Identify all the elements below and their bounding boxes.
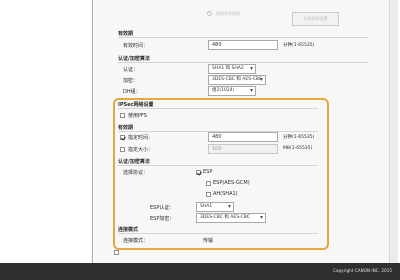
encrypt-select[interactable]: 3DES-CBC 和 AES-CBC ▾ bbox=[208, 75, 266, 85]
chevron-down-icon: ▾ bbox=[259, 214, 263, 221]
auth-select[interactable]: SHA1 和 SHA2 ▾ bbox=[208, 64, 256, 74]
effective-time-unit: 分钟(1-65535) bbox=[283, 43, 315, 48]
shared-key-settings-button[interactable]: 共享密钥设置 bbox=[292, 12, 339, 26]
section-title-auth-encrypt: 认证/加密算法 bbox=[118, 56, 150, 62]
divider bbox=[118, 108, 318, 109]
vertical-scrollbar[interactable] bbox=[389, 0, 398, 263]
footer: Copyright CANON INC. 2015 bbox=[0, 263, 400, 280]
specify-size-unit: MB(1-65535) bbox=[283, 146, 313, 151]
left-panel-divider bbox=[92, 0, 93, 263]
esp-auth-select[interactable]: SHA1 ▾ bbox=[196, 202, 234, 212]
divider bbox=[118, 37, 368, 38]
encrypt-label: 加密： bbox=[123, 78, 139, 84]
shared-key-radio-label: 使用共享密钥 bbox=[216, 11, 240, 16]
auth-label: 认证： bbox=[123, 67, 139, 73]
specify-time-unit: 分钟(1-65535) bbox=[283, 135, 315, 140]
esp-auth-label: ESP认证： bbox=[150, 205, 175, 211]
dh-group-select-value: 组2(1024) bbox=[212, 88, 235, 93]
section-title-ipsec-auth: 认证/加密算法 bbox=[118, 159, 150, 165]
protocol-label: 选择协议： bbox=[123, 170, 149, 176]
divider bbox=[118, 62, 368, 63]
encrypt-select-value: 3DES-CBC 和 AES-CBC bbox=[212, 77, 262, 82]
esp-label: ESP bbox=[203, 169, 213, 175]
chevron-down-icon: ▾ bbox=[227, 203, 231, 210]
esp-encrypt-label: ESP加密： bbox=[150, 216, 175, 222]
effective-time-label: 有效时间： bbox=[123, 43, 149, 49]
left-panel bbox=[0, 0, 92, 263]
esp-encrypt-select-value: 3DES-CBC 和 AES-CBC bbox=[200, 215, 250, 220]
section-title-ipsec-period: 有效期 bbox=[118, 125, 134, 131]
section-title-effective-period: 有效期 bbox=[118, 31, 134, 37]
section-title-ipsec-network: IPSec网络设置 bbox=[118, 102, 154, 108]
specify-size-label: 指定大小： bbox=[128, 147, 154, 153]
chevron-down-icon: ▾ bbox=[259, 76, 263, 83]
divider bbox=[118, 233, 318, 234]
ah-sha1-checkbox[interactable] bbox=[206, 192, 211, 197]
esp-encrypt-select[interactable]: 3DES-CBC 和 AES-CBC ▾ bbox=[196, 213, 266, 223]
pfs-label: 使用PFS bbox=[128, 113, 147, 119]
chevron-down-icon: ▾ bbox=[249, 87, 253, 94]
section-title-connection-mode: 连接模式 bbox=[118, 227, 139, 233]
bottom-checkbox[interactable] bbox=[114, 250, 119, 255]
auth-select-value: SHA1 和 SHA2 bbox=[212, 66, 244, 71]
radio-icon bbox=[207, 11, 212, 16]
dh-group-select[interactable]: 组2(1024) ▾ bbox=[208, 86, 256, 96]
chevron-down-icon: ▾ bbox=[249, 65, 253, 72]
specify-time-label: 指定时间： bbox=[128, 135, 154, 141]
copyright-text: Copyright CANON INC. 2015 bbox=[333, 268, 392, 273]
esp-checkbox[interactable] bbox=[196, 170, 201, 175]
specify-size-checkbox[interactable] bbox=[120, 147, 125, 152]
dh-group-label: DH组： bbox=[123, 89, 141, 95]
ah-sha1-label: AH(SHA1) bbox=[213, 191, 238, 197]
pfs-checkbox[interactable] bbox=[120, 113, 125, 118]
esp-auth-select-value: SHA1 bbox=[200, 204, 213, 209]
connection-mode-label: 连接模式： bbox=[123, 238, 149, 244]
esp-aes-gcm-checkbox[interactable] bbox=[206, 181, 211, 186]
divider bbox=[118, 165, 318, 166]
connection-mode-value: 传输 bbox=[203, 238, 214, 244]
specify-time-input[interactable]: 480 bbox=[208, 132, 278, 142]
effective-time-input[interactable]: 480 bbox=[208, 40, 278, 50]
specify-size-input[interactable]: 100 bbox=[208, 144, 278, 154]
specify-time-checkbox[interactable] bbox=[120, 135, 125, 140]
esp-aes-gcm-label: ESP(AES-GCM) bbox=[213, 180, 250, 186]
